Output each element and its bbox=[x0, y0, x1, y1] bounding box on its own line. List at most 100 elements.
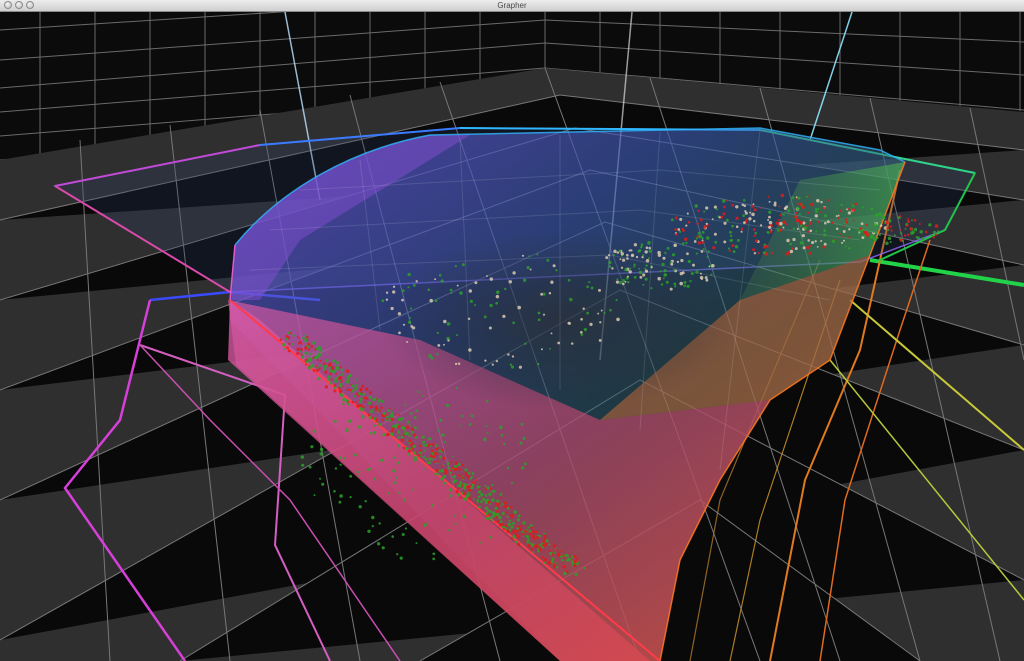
scatter-point bbox=[368, 395, 372, 399]
scatter-point bbox=[679, 217, 683, 221]
scatter-point bbox=[487, 516, 491, 520]
scatter-point bbox=[329, 381, 333, 384]
scatter-point bbox=[932, 235, 935, 239]
scatter-point bbox=[573, 554, 577, 558]
scatter-point bbox=[440, 465, 444, 468]
scatter-point bbox=[759, 224, 763, 227]
scatter-point bbox=[371, 409, 373, 412]
scatter-point bbox=[361, 392, 365, 396]
scatter-point bbox=[893, 234, 896, 237]
scatter-point bbox=[765, 244, 769, 248]
scatter-point bbox=[899, 232, 903, 235]
scatter-point bbox=[506, 506, 510, 510]
scatter-point bbox=[436, 473, 440, 476]
scatter-point bbox=[503, 442, 506, 446]
scatter-point bbox=[778, 205, 781, 208]
scatter-point bbox=[305, 351, 308, 354]
scatter-point bbox=[501, 525, 504, 529]
scatter-point bbox=[641, 256, 644, 259]
scatter-point bbox=[695, 237, 698, 240]
scatter-point bbox=[806, 230, 810, 233]
scatter-point bbox=[504, 287, 507, 291]
scatter-point bbox=[517, 305, 521, 310]
scatter-point bbox=[661, 262, 665, 267]
title-bar[interactable]: Grapher bbox=[0, 0, 1024, 12]
scatter-point bbox=[374, 397, 377, 400]
scatter-point bbox=[878, 233, 882, 237]
scatter-point bbox=[462, 477, 465, 480]
scatter-point bbox=[618, 280, 623, 285]
scatter-point bbox=[476, 485, 480, 489]
scatter-point bbox=[415, 542, 418, 545]
scatter-point bbox=[434, 278, 437, 281]
scatter-point bbox=[301, 355, 305, 359]
scatter-point bbox=[514, 540, 518, 544]
scatter-point bbox=[390, 432, 394, 436]
scatter-point bbox=[541, 556, 545, 559]
scatter-point bbox=[387, 408, 391, 413]
scatter-point bbox=[495, 301, 499, 305]
scatter-point bbox=[889, 240, 892, 244]
scatter-point bbox=[531, 529, 535, 534]
scatter-point bbox=[437, 429, 440, 432]
scatter-point bbox=[485, 425, 488, 428]
scatter-point bbox=[524, 529, 527, 533]
scatter-point bbox=[465, 485, 470, 489]
scatter-point bbox=[701, 230, 705, 234]
scatter-point bbox=[743, 204, 747, 208]
scatter-point bbox=[454, 264, 457, 268]
scatter-point bbox=[870, 207, 874, 211]
scatter-point bbox=[446, 461, 450, 466]
scatter-point bbox=[453, 479, 456, 483]
scatter-point bbox=[458, 487, 461, 490]
scatter-point bbox=[906, 219, 911, 224]
scatter-point bbox=[808, 251, 812, 255]
scatter-point bbox=[612, 254, 615, 257]
scatter-point bbox=[869, 235, 873, 239]
scatter-point bbox=[848, 247, 851, 250]
scatter-point bbox=[644, 250, 648, 254]
scatter-point bbox=[414, 435, 418, 439]
scatter-point bbox=[285, 334, 289, 338]
scatter-point bbox=[438, 469, 442, 473]
scatter-point bbox=[499, 425, 503, 430]
scatter-point bbox=[463, 497, 468, 501]
scatter-point bbox=[403, 432, 408, 436]
3d-plot-canvas[interactable] bbox=[0, 12, 1024, 661]
scatter-point bbox=[555, 565, 559, 569]
scatter-point bbox=[700, 250, 704, 253]
scatter-point bbox=[377, 398, 381, 403]
scatter-point bbox=[712, 246, 716, 250]
3d-plot-viewport[interactable] bbox=[0, 12, 1024, 661]
scatter-point bbox=[768, 200, 771, 203]
scatter-point bbox=[510, 525, 514, 529]
scatter-point bbox=[791, 196, 795, 200]
scatter-point bbox=[550, 332, 553, 335]
scatter-point bbox=[851, 208, 855, 212]
scatter-point bbox=[728, 249, 731, 252]
scatter-point bbox=[598, 288, 601, 292]
scatter-point bbox=[545, 539, 549, 543]
scatter-point bbox=[503, 501, 507, 505]
scatter-point bbox=[548, 543, 551, 546]
scatter-point bbox=[735, 205, 739, 209]
scatter-point bbox=[742, 214, 746, 218]
scatter-point bbox=[463, 486, 467, 490]
scatter-point bbox=[333, 490, 336, 493]
scatter-point bbox=[333, 383, 337, 387]
scatter-point bbox=[512, 535, 516, 539]
scatter-point bbox=[768, 210, 772, 214]
scatter-point bbox=[461, 263, 465, 267]
scatter-point bbox=[782, 226, 785, 229]
scatter-point bbox=[422, 467, 425, 470]
scatter-point bbox=[300, 347, 304, 351]
scatter-point bbox=[474, 281, 478, 285]
scatter-point bbox=[669, 287, 673, 291]
scatter-point bbox=[673, 282, 677, 286]
scatter-point bbox=[768, 225, 772, 229]
scatter-point bbox=[515, 529, 519, 533]
scatter-point bbox=[873, 223, 878, 227]
scatter-point bbox=[559, 555, 563, 558]
scatter-point bbox=[443, 481, 447, 485]
scatter-point bbox=[799, 224, 803, 228]
